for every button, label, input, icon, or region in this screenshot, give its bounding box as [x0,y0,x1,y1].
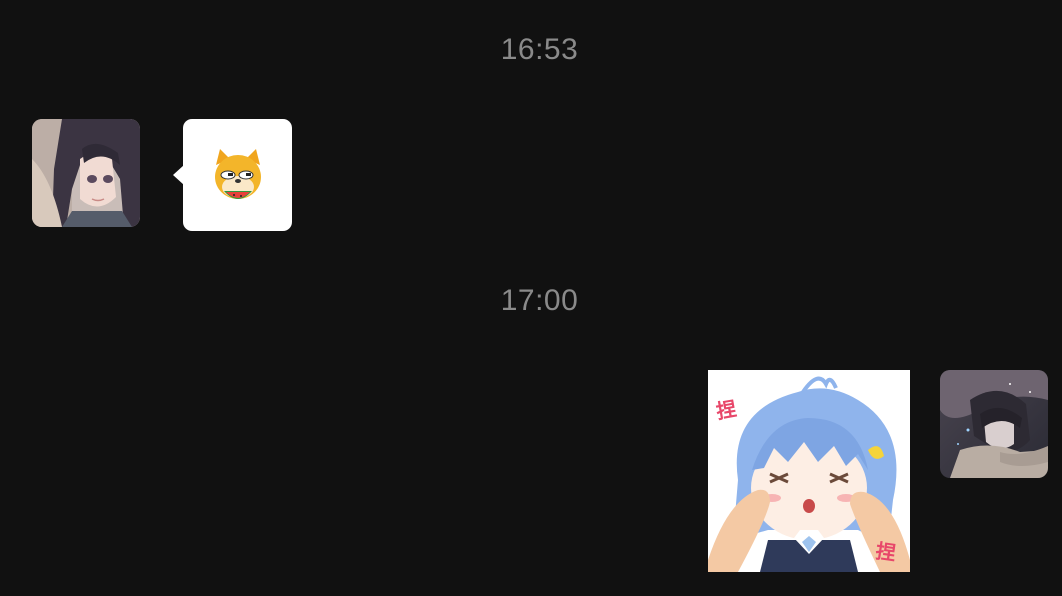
sticker-message[interactable]: 捏 捏 [708,370,910,572]
shiba-dog-eating-watermelon-emoji-icon [215,149,261,199]
anime-boy-avatar-icon [940,370,1048,478]
contact-avatar[interactable] [32,119,140,227]
anime-girl-avatar-icon [32,119,140,227]
self-avatar[interactable] [940,370,1048,478]
sticker-text: 捏 [874,538,898,566]
timestamp: 16:53 [500,33,579,66]
chat-window: 16:53 17:00 捏 捏 [0,0,1062,596]
bubble-tail [173,165,184,185]
emoji-message-bubble[interactable] [173,119,292,231]
timestamp: 17:00 [500,284,579,317]
